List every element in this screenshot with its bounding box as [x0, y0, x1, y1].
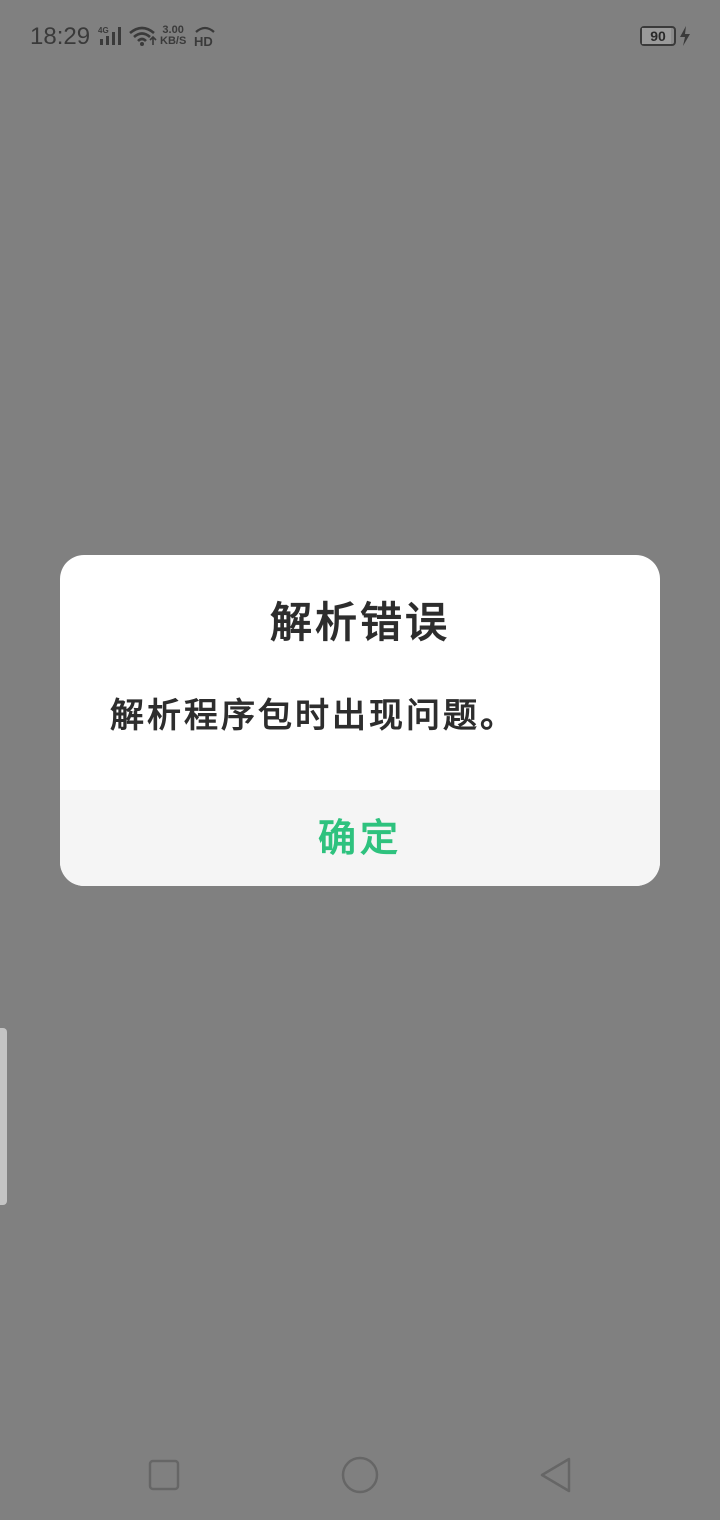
battery-icon: 90 [640, 26, 676, 46]
hd-voice-icon: HD [194, 26, 215, 48]
hd-label: HD [194, 34, 213, 48]
network-type-label: 4G [98, 26, 109, 35]
wifi-icon [129, 26, 157, 46]
side-panel-handle[interactable] [0, 1028, 7, 1205]
error-dialog: 解析错误 解析程序包时出现问题。 确定 [60, 555, 660, 886]
home-icon[interactable] [335, 1450, 385, 1500]
status-time: 18:29 [30, 23, 91, 50]
back-icon[interactable] [531, 1450, 581, 1500]
charging-icon [680, 26, 690, 46]
battery-level-text: 90 [650, 28, 666, 44]
confirm-button[interactable]: 确定 [318, 813, 402, 863]
recent-apps-icon[interactable] [139, 1450, 189, 1500]
dialog-title: 解析错误 [269, 598, 450, 647]
navigation-bar [0, 1430, 720, 1520]
cellular-signal-icon: 4G [98, 26, 121, 45]
network-speed: 3.00 KB/S [160, 25, 186, 47]
network-speed-unit: KB/S [160, 35, 187, 47]
dialog-message: 解析程序包时出现问题。 [110, 696, 517, 736]
dialog-footer: 确定 [60, 790, 660, 886]
status-bar: 18:29 4G 3.00 KB/S HD 90 [0, 0, 720, 76]
